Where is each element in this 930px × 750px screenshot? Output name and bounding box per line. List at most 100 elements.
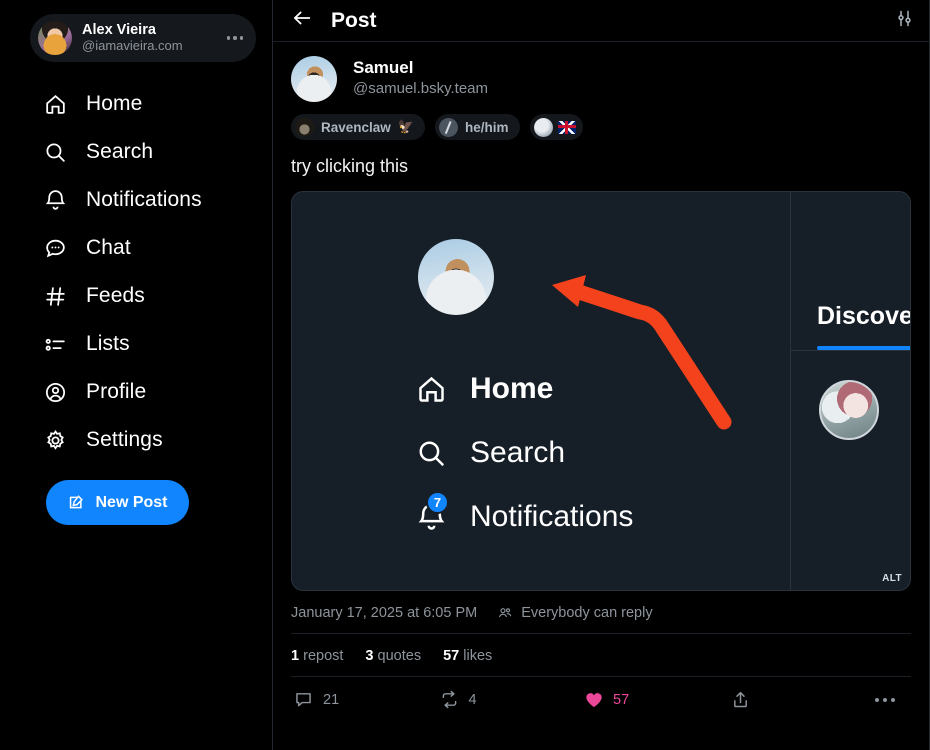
- share-icon: [733, 691, 747, 708]
- badge-language[interactable]: [529, 114, 583, 140]
- ravenclaw-crest-icon: [295, 117, 314, 137]
- eagle-icon: 🦅: [397, 119, 414, 134]
- like-count: 57: [613, 691, 630, 708]
- profile-name: Alex Vieira: [82, 22, 156, 39]
- embed-nav-label: Home: [470, 372, 554, 405]
- home-icon: [414, 372, 448, 406]
- like-stat[interactable]: 57 likes: [443, 648, 492, 664]
- avatar[interactable]: [291, 56, 337, 102]
- more-options-button[interactable]: [875, 697, 905, 702]
- sidebar-item-settings[interactable]: Settings: [0, 416, 272, 464]
- sidebar-item-label: Home: [86, 92, 143, 115]
- repost-label: repost: [303, 648, 344, 664]
- sidebar-item-label: Search: [86, 140, 154, 163]
- badge-label: he/him: [464, 119, 509, 135]
- search-icon: [414, 436, 448, 470]
- embed-nav-notifications: 7 Notifications: [414, 485, 633, 549]
- bell-icon: 7: [414, 491, 449, 534]
- quote-stat[interactable]: 3 quotes: [365, 648, 421, 664]
- post-timestamp: January 17, 2025 at 6:05 PM: [291, 605, 478, 621]
- badge-pronouns[interactable]: he/him: [434, 114, 520, 140]
- badge-ravenclaw[interactable]: Ravenclaw 🦅: [291, 114, 425, 140]
- share-button[interactable]: [730, 689, 876, 710]
- main-column: Post Samuel @samuel.bsky.team Ravenclaw …: [272, 0, 930, 750]
- embed-discover-tab: Discover: [817, 302, 910, 330]
- post-stats: 1 repost 3 quotes 57 likes: [291, 633, 911, 677]
- post-image-embed[interactable]: Home Search 7 Notifications Discov ALT: [291, 191, 911, 591]
- alt-badge[interactable]: ALT: [882, 573, 902, 584]
- like-count: 57: [443, 648, 460, 664]
- sidebar-item-label: Notifications: [86, 188, 202, 211]
- post-detail: Samuel @samuel.bsky.team Ravenclaw 🦅 he/…: [273, 42, 929, 750]
- repost-button[interactable]: 4: [439, 689, 585, 710]
- sidebar-item-label: Lists: [86, 332, 130, 355]
- repost-stat[interactable]: 1 repost: [291, 648, 343, 664]
- author-badges: Ravenclaw 🦅 he/him: [291, 114, 911, 140]
- new-post-button[interactable]: New Post: [46, 480, 189, 525]
- sidebar-item-label: Settings: [86, 428, 163, 451]
- profile-handle: @iamavieira.com: [82, 38, 183, 53]
- embed-nav: Home Search 7 Notifications: [414, 357, 633, 549]
- repost-count: 4: [468, 691, 477, 708]
- embed-right-panel: Discover: [790, 192, 910, 590]
- home-icon: [42, 91, 68, 117]
- sidebar-item-chat[interactable]: Chat: [0, 224, 272, 272]
- chat-bubble-icon: [42, 235, 68, 261]
- heart-filled-icon: [586, 692, 602, 707]
- notification-count-badge: 7: [426, 491, 449, 514]
- search-icon: [42, 139, 68, 165]
- profile-switcher[interactable]: Alex Vieira @iamavieira.com: [30, 14, 256, 62]
- like-label: likes: [463, 648, 493, 664]
- list-icon: [42, 331, 68, 357]
- embed-nav-search: Search: [414, 421, 633, 485]
- post-actions: 21 4 57: [291, 677, 911, 710]
- quote-label: quotes: [377, 648, 422, 664]
- globe-icon: [533, 117, 553, 137]
- comment-icon: [296, 693, 311, 707]
- sliders-icon[interactable]: [894, 8, 915, 34]
- avatar[interactable]: [38, 21, 72, 55]
- post-author[interactable]: Samuel @samuel.bsky.team: [291, 56, 911, 102]
- sidebar-nav: Home Search Notifications Chat Feeds Lis…: [0, 80, 272, 464]
- author-name: Samuel: [353, 58, 414, 77]
- sidebar-item-profile[interactable]: Profile: [0, 368, 272, 416]
- quote-count: 3: [365, 648, 374, 664]
- sidebar-item-label: Profile: [86, 380, 147, 403]
- reply-setting[interactable]: Everybody can reply: [521, 605, 652, 621]
- ellipsis-icon[interactable]: [220, 23, 250, 53]
- topbar: Post: [273, 0, 929, 42]
- embed-avatar: [418, 239, 494, 315]
- person-circle-icon: [42, 379, 68, 405]
- reply-button[interactable]: 21: [293, 689, 439, 710]
- sidebar-item-lists[interactable]: Lists: [0, 320, 272, 368]
- embed-feed-avatar: [819, 380, 879, 440]
- sidebar: Alex Vieira @iamavieira.com Home Search …: [0, 0, 272, 750]
- arrow-left-icon[interactable]: [291, 7, 313, 34]
- bell-icon: [42, 187, 68, 213]
- sidebar-item-search[interactable]: Search: [0, 128, 272, 176]
- repost-icon: [442, 690, 456, 709]
- sidebar-item-label: Chat: [86, 236, 131, 259]
- repost-count: 1: [291, 648, 300, 664]
- profile-info: Alex Vieira @iamavieira.com: [82, 22, 210, 54]
- author-handle: @samuel.bsky.team: [353, 80, 488, 98]
- embed-nav-label: Search: [470, 436, 566, 469]
- badge-label: Ravenclaw: [321, 119, 391, 135]
- people-icon: [499, 608, 512, 618]
- hash-icon: [42, 283, 68, 309]
- pronoun-icon: [438, 117, 458, 137]
- embed-nav-label: Notifications: [470, 500, 634, 533]
- post-meta: January 17, 2025 at 6:05 PM Everybody ca…: [291, 605, 911, 621]
- reply-count: 21: [323, 691, 340, 708]
- post-text: try clicking this: [291, 156, 409, 176]
- sidebar-item-feeds[interactable]: Feeds: [0, 272, 272, 320]
- like-button[interactable]: 57: [584, 690, 730, 710]
- sidebar-item-home[interactable]: Home: [0, 80, 272, 128]
- author-info: Samuel @samuel.bsky.team: [353, 56, 488, 98]
- divider: [791, 350, 910, 351]
- embed-left-panel: Home Search 7 Notifications: [292, 192, 790, 590]
- page-title: Post: [331, 8, 377, 32]
- sidebar-item-notifications[interactable]: Notifications: [0, 176, 272, 224]
- new-post-label: New Post: [95, 493, 168, 511]
- compose-icon: [70, 495, 84, 509]
